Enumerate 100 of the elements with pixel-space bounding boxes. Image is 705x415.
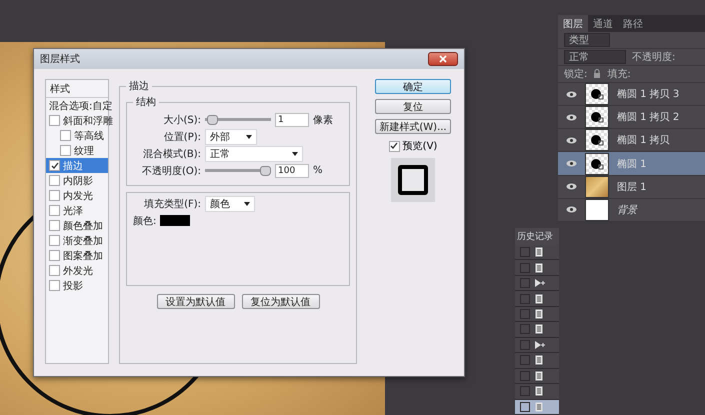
lock-icon[interactable] [593,69,602,78]
color-swatch[interactable] [160,215,190,226]
layer-name: 背景 [617,204,637,217]
fill-type-dropdown[interactable]: 颜色 [205,196,255,212]
checkbox[interactable] [49,220,60,231]
item-label: 纹理 [74,144,94,158]
reset-button[interactable]: 复位 [375,99,451,114]
checkbox[interactable] [388,140,400,152]
panel-tab[interactable]: 通道 [588,15,618,32]
ok-button[interactable]: 确定 [375,79,451,94]
eye-icon[interactable] [566,160,577,168]
item-label: 描边 [63,160,83,172]
panel-tab[interactable]: 路径 [618,15,648,32]
checkbox[interactable] [49,205,60,216]
checkbox[interactable] [60,130,71,141]
history-row[interactable] [515,306,559,322]
panel-tab[interactable]: 图层 [558,15,588,32]
history-row[interactable] [515,276,559,292]
group-title: 结构 [135,96,157,109]
history-row[interactable] [515,338,559,354]
eye-icon[interactable] [566,206,577,214]
eye-icon[interactable] [566,136,577,144]
item-label: 外发光 [63,264,93,278]
default-button[interactable]: 设置为默认值 [156,294,234,309]
layer-row[interactable]: 图层 1 [558,176,705,199]
item-label: 内发光 [63,190,93,202]
blend-dropdown[interactable]: 正常 [564,50,626,64]
stroke-square-icon [398,165,428,195]
field-label: 混合模式(B): [142,148,201,160]
list-item[interactable]: 图案叠加 [46,248,108,263]
pointer-icon [535,279,545,288]
slider-thumb[interactable] [260,166,271,176]
history-row[interactable] [515,322,559,338]
checkbox[interactable] [49,160,60,171]
item-label: 投影 [63,280,83,292]
history-row[interactable] [515,368,559,384]
opacity-field[interactable]: 100 [275,164,309,178]
new-style-button[interactable]: 新建样式(W)... [375,119,451,134]
circle-shape-icon [590,110,604,124]
layer-row[interactable]: 椭圆 1 拷贝 3 [558,82,705,106]
history-row[interactable] [515,400,559,415]
check-icon [390,142,398,150]
close-icon [439,55,447,63]
item-label: 内阴影 [63,174,93,188]
layer-name: 椭圆 1 拷贝 3 [617,88,680,101]
checkbox[interactable] [49,190,60,201]
filter-dropdown[interactable]: 类型 [564,32,610,47]
history-row[interactable] [515,260,559,276]
blend-mode-dropdown[interactable]: 正常 [205,146,303,162]
list-item[interactable]: 颜色叠加 [46,218,108,233]
eye-icon[interactable] [566,183,577,190]
layer-name: 椭圆 1 拷贝 [617,134,670,148]
preview-label: 预览(V) [402,140,438,153]
checkbox[interactable] [49,175,60,186]
eye-icon[interactable] [566,114,577,121]
list-item[interactable]: 光泽 [46,203,108,218]
unit-label: % [313,165,323,176]
item-label: 等高线 [74,130,104,142]
layer-row[interactable]: 椭圆 1 拷贝 2 [558,106,705,130]
document-icon [535,294,543,304]
layer-name: 椭圆 1 [617,158,647,171]
list-item[interactable]: 等高线 [46,128,108,143]
checkbox[interactable] [49,265,60,276]
history-row[interactable] [515,245,559,260]
document-icon [535,402,543,412]
list-item[interactable]: 内阴影 [46,173,108,188]
caret-icon [244,202,250,206]
list-item[interactable]: 描边 [46,158,108,173]
close-button[interactable] [428,52,458,66]
checkbox[interactable] [49,235,60,246]
layer-row[interactable]: 背景 [558,198,705,222]
size-field[interactable]: 1 [275,112,309,126]
list-header: 样式 [46,81,108,98]
checkbox[interactable] [49,250,60,261]
pointer-icon [535,340,545,349]
history-row[interactable] [515,384,559,400]
history-row[interactable] [515,291,559,307]
circle-shape-icon [590,87,604,101]
document-icon [535,309,543,320]
list-item[interactable]: 投影 [46,278,108,293]
caret-icon [292,152,298,156]
slider-thumb[interactable] [206,114,218,124]
list-item[interactable]: 内发光 [46,188,108,203]
list-item[interactable]: 纹理 [46,143,108,158]
list-item[interactable]: 渐变叠加 [46,233,108,248]
history-row[interactable] [515,353,559,369]
default-button[interactable]: 复位为默认值 [242,294,320,309]
position-dropdown[interactable]: 外部 [205,128,257,144]
item-label: 渐变叠加 [63,234,103,248]
field-label: 位置(P): [162,130,201,144]
list-item[interactable]: 外发光 [46,263,108,278]
panel-tab[interactable]: 历史记录 [515,228,559,245]
checkbox[interactable] [49,280,60,291]
document-icon [535,262,543,273]
checkbox[interactable] [49,115,60,126]
checkbox[interactable] [60,145,71,156]
field-label: 不透明度: [632,50,676,64]
eye-icon[interactable] [566,90,577,98]
document-icon [535,324,543,334]
unit-label: 像素 [313,114,333,126]
